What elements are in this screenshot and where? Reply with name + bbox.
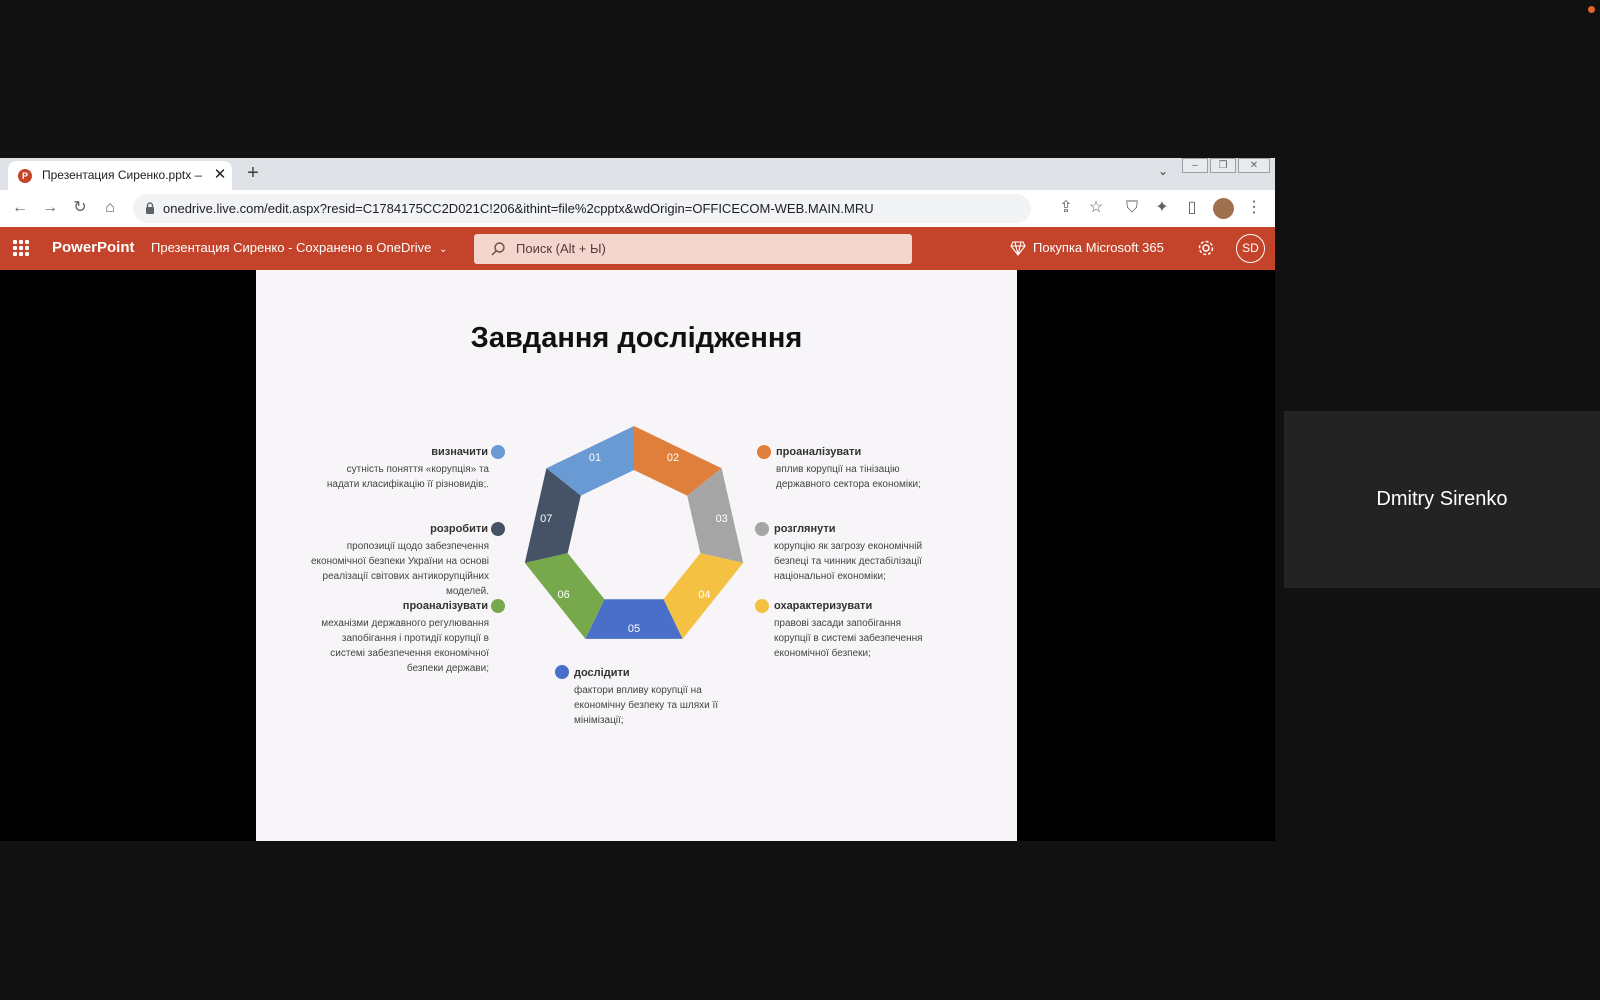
task-bullet-03 <box>755 522 769 536</box>
address-bar[interactable]: onedrive.live.com/edit.aspx?resid=C17841… <box>133 194 1031 223</box>
search-icon <box>491 242 505 256</box>
task-desc-line: правові засади запобігання <box>774 618 902 629</box>
task-heading-06: проаналізувати <box>402 600 488 612</box>
search-input[interactable]: Поиск (Alt + Ы) <box>474 234 912 264</box>
task-desc-line: безпеці та чинник дестабілізації <box>774 556 922 567</box>
segment-label-06: 06 <box>557 589 569 601</box>
task-desc-line: економічної безпеки України на основі <box>310 556 489 567</box>
recording-indicator <box>1588 6 1595 13</box>
task-desc-line: вплив корупції на тінізацію <box>776 464 900 475</box>
extensions-puzzle-icon[interactable]: ✦ <box>1152 198 1172 218</box>
task-desc-line: запобігання і протидії корупції в <box>341 633 489 644</box>
task-description-07: пропозиції щодо забезпечення економічної … <box>299 539 489 599</box>
task-desc-line: корупції в системі забезпечення <box>774 633 923 644</box>
participant-name: Dmitry Sirenko <box>1376 488 1508 510</box>
gear-icon[interactable] <box>1196 238 1216 258</box>
office-header: PowerPoint Презентация Сиренко - Сохране… <box>0 227 1275 270</box>
task-bullet-02 <box>757 445 771 459</box>
segment-label-07: 07 <box>540 513 552 525</box>
document-title[interactable]: Презентация Сиренко - Сохранено в OneDri… <box>151 240 447 255</box>
task-desc-line: пропозиції щодо забезпечення <box>346 541 489 552</box>
browser-toolbar: ← → ↻ ⌂ onedrive.live.com/edit.aspx?resi… <box>0 190 1275 227</box>
bookmark-star-icon[interactable]: ☆ <box>1086 198 1106 218</box>
window-controls: – ❐ ✕ <box>1182 158 1272 174</box>
tab-search-chevron-icon[interactable]: ⌄ <box>1155 164 1171 180</box>
task-desc-line: фактори впливу корупції на <box>574 685 702 696</box>
task-bullet-04 <box>755 599 769 613</box>
task-desc-line: корупцію як загрозу економічній <box>774 541 923 552</box>
home-icon[interactable]: ⌂ <box>100 198 120 218</box>
segment-label-05: 05 <box>628 623 640 635</box>
slide: Завдання дослідження 01 02 03 04 05 06 07 визн… <box>256 270 1017 841</box>
task-heading-03: розглянути <box>774 523 836 535</box>
task-description-06: механізми державного регулювання запобіга… <box>299 616 489 676</box>
tab-strip: P Презентация Сиренко.pptx — M ✕ + ⌄ – ❐… <box>0 158 1275 190</box>
document-title-text: Презентация Сиренко - Сохранено в OneDri… <box>151 240 432 255</box>
user-avatar[interactable]: SD <box>1236 234 1265 263</box>
task-bullet-01 <box>491 445 505 459</box>
url-text: onedrive.live.com/edit.aspx?resid=C17841… <box>163 201 874 216</box>
shield-extension-icon[interactable]: ⛉ <box>1122 198 1142 218</box>
forward-icon[interactable]: → <box>40 198 60 218</box>
participant-tile: Dmitry Sirenko <box>1284 411 1600 588</box>
side-panel-icon[interactable]: ▯ <box>1182 198 1202 218</box>
task-desc-line: надати класифікацію її різновидів;. <box>326 479 489 490</box>
task-heading-07: розробити <box>430 523 488 535</box>
browser-tab[interactable]: P Презентация Сиренко.pptx — M ✕ <box>8 161 232 190</box>
profile-avatar[interactable] <box>1213 198 1234 219</box>
task-desc-line: механізми державного регулювання <box>321 618 489 629</box>
browser-menu-icon[interactable]: ⋮ <box>1244 198 1264 218</box>
segment-label-04: 04 <box>698 589 710 601</box>
task-desc-line: системі забезпечення економічної <box>330 648 489 659</box>
task-desc-line: економічної безпеки; <box>774 648 871 659</box>
task-desc-line: безпеки держави; <box>406 663 489 674</box>
task-description-04: правові засади запобігання корупції в сис… <box>774 616 954 661</box>
task-description-03: корупцію як загрозу економічній безпеці т… <box>774 539 954 584</box>
tab-title: Презентация Сиренко.pptx — M <box>42 168 202 182</box>
task-bullet-05 <box>555 665 569 679</box>
powerpoint-favicon-icon: P <box>18 169 32 183</box>
reload-icon[interactable]: ↻ <box>70 198 90 218</box>
task-heading-01: визначити <box>431 446 488 458</box>
back-icon[interactable]: ← <box>10 198 30 218</box>
task-desc-line: національної економіки; <box>774 571 886 582</box>
task-desc-line: державного сектора економіки; <box>776 479 921 490</box>
task-description-02: вплив корупції на тінізацію державного се… <box>776 462 956 492</box>
new-tab-icon[interactable]: + <box>243 163 263 183</box>
task-heading-02: проаналізувати <box>776 446 862 458</box>
task-desc-line: мінімізації; <box>574 715 624 726</box>
browser-window: P Презентация Сиренко.pptx — M ✕ + ⌄ – ❐… <box>0 158 1275 841</box>
task-desc-line: економічну безпеку та шляхи її <box>574 700 719 711</box>
task-desc-line: реалізації світових антикорупційних <box>322 571 489 582</box>
task-bullet-07 <box>491 522 505 536</box>
segment-label-03: 03 <box>716 513 728 525</box>
task-heading-05: дослідити <box>574 667 630 679</box>
restore-icon[interactable]: ❐ <box>1210 158 1236 173</box>
close-window-icon[interactable]: ✕ <box>1238 158 1270 173</box>
task-bullet-06 <box>491 599 505 613</box>
task-desc-line: сутність поняття «корупція» та <box>346 464 489 475</box>
diamond-icon <box>1010 241 1026 256</box>
task-heading-04: охарактеризувати <box>774 600 873 612</box>
buy-microsoft-365-link[interactable]: Покупка Microsoft 365 <box>1033 240 1164 255</box>
app-launcher-icon[interactable] <box>13 240 29 256</box>
slide-viewer: Завдання дослідження 01 02 03 04 05 06 07 визн… <box>0 270 1275 841</box>
minimize-icon[interactable]: – <box>1182 158 1208 173</box>
segment-label-02: 02 <box>667 452 679 464</box>
app-name[interactable]: PowerPoint <box>52 239 135 256</box>
task-description-01: сутність поняття «корупція» та надати кла… <box>299 462 489 492</box>
tab-close-icon[interactable]: ✕ <box>211 166 229 184</box>
task-description-05: фактори впливу корупції на економічну без… <box>574 683 754 728</box>
task-desc-line: моделей. <box>445 586 489 597</box>
segment-label-01: 01 <box>589 452 601 464</box>
search-placeholder: Поиск (Alt + Ы) <box>516 241 606 256</box>
lock-icon <box>146 202 154 214</box>
share-icon[interactable]: ⇪ <box>1056 198 1076 218</box>
chevron-down-icon: ⌄ <box>438 244 448 255</box>
